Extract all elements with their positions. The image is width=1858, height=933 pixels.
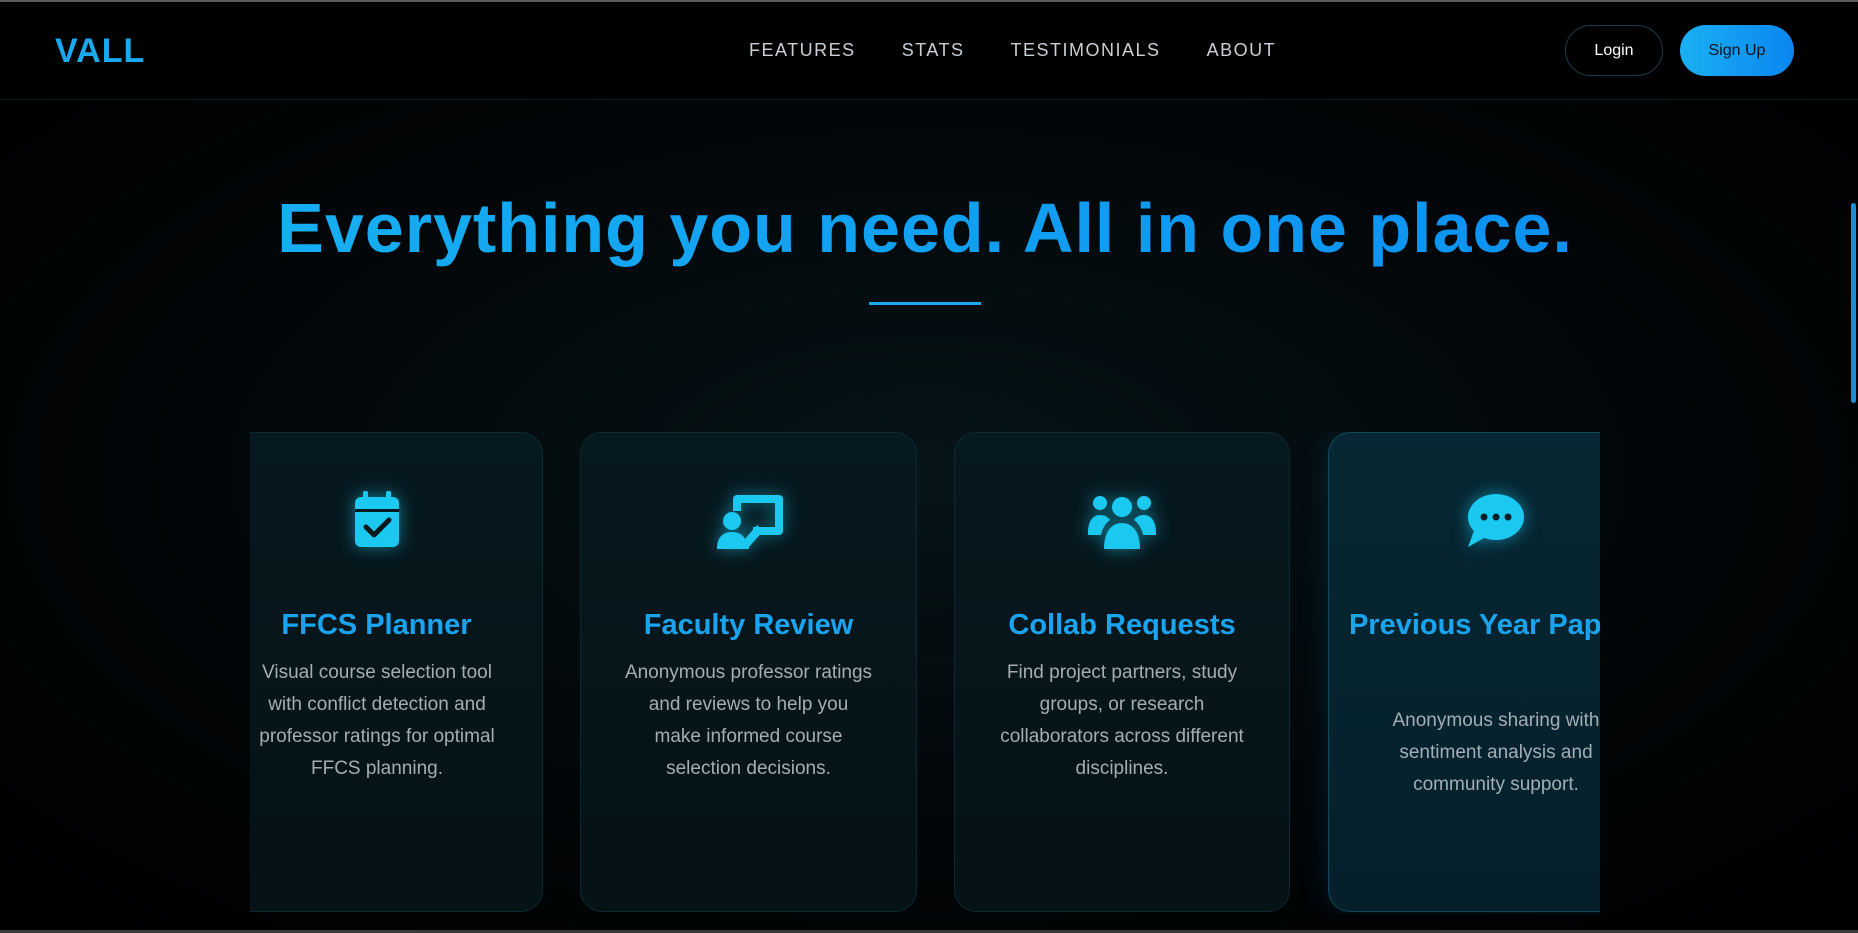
nav-link-testimonials[interactable]: TESTIMONIALS bbox=[1011, 40, 1161, 61]
scrollbar-thumb[interactable] bbox=[1851, 203, 1856, 403]
feature-title: Previous Year Papers bbox=[1348, 609, 1600, 641]
nav-links: FEATURES STATS TESTIMONIALS ABOUT bbox=[749, 40, 1276, 61]
feature-title: Collab Requests bbox=[1008, 609, 1236, 641]
users-icon bbox=[1088, 496, 1156, 549]
login-button[interactable]: Login bbox=[1565, 25, 1663, 76]
nav-link-stats[interactable]: STATS bbox=[902, 40, 965, 61]
nav-link-features[interactable]: FEATURES bbox=[749, 40, 856, 61]
feature-card-previous-year-papers[interactable]: Previous Year Papers Anonymous sharing w… bbox=[1328, 432, 1600, 912]
feature-description: Anonymous professor ratings and reviews … bbox=[624, 662, 873, 779]
feature-title: FFCS Planner bbox=[281, 609, 472, 641]
comment-dots-icon bbox=[1468, 494, 1524, 547]
headline-divider bbox=[869, 302, 981, 305]
calendar-check-icon bbox=[355, 491, 399, 547]
features-carousel: FFCS Planner Visual course selection too… bbox=[250, 432, 1600, 914]
feature-title: Faculty Review bbox=[643, 609, 854, 641]
feature-card-collab-requests[interactable]: Collab Requests Find project partners, s… bbox=[954, 432, 1290, 912]
signup-button[interactable]: Sign Up bbox=[1680, 25, 1794, 76]
nav-link-about[interactable]: ABOUT bbox=[1207, 40, 1277, 61]
chalkboard-teacher-icon bbox=[716, 495, 783, 549]
feature-card-ffcs-planner[interactable]: FFCS Planner Visual course selection too… bbox=[250, 432, 543, 912]
brand-logo[interactable]: VALL bbox=[55, 32, 145, 71]
feature-card-faculty-review[interactable]: Faculty Review Anonymous professor ratin… bbox=[580, 432, 917, 912]
feature-description: Find project partners, study groups, or … bbox=[1000, 662, 1244, 779]
feature-description: Anonymous sharing with sentiment analysi… bbox=[1392, 710, 1600, 795]
section-headline: Everything you need. All in one place. bbox=[0, 188, 1850, 268]
navbar: VALL FEATURES STATS TESTIMONIALS ABOUT L… bbox=[0, 2, 1858, 100]
feature-description: Visual course selection tool with confli… bbox=[259, 662, 495, 779]
